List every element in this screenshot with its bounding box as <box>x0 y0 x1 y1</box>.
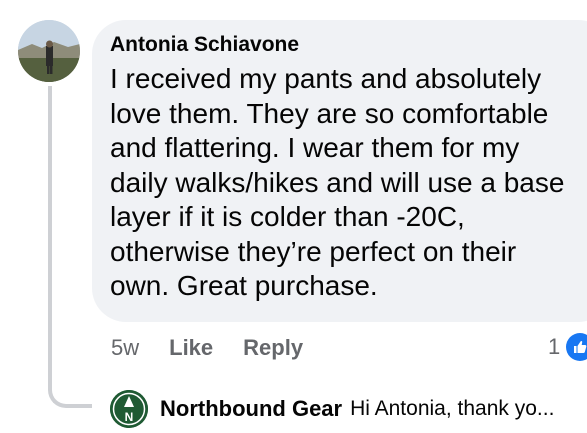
like-button[interactable]: Like <box>169 335 213 361</box>
comment-text: I received my pants and absolutely love … <box>110 63 565 301</box>
brand-logo-icon[interactable]: N <box>110 390 148 428</box>
avatar-photo-icon <box>18 20 80 82</box>
reply-text-preview: Hi Antonia, thank yo... <box>350 397 555 420</box>
brand-logo-letter: N <box>125 410 134 424</box>
comment-actions: 5w Like Reply <box>111 335 303 361</box>
comment-timestamp[interactable]: 5w <box>111 335 139 361</box>
thumbs-up-icon <box>566 333 587 361</box>
reply-button[interactable]: Reply <box>243 335 303 361</box>
commenter-avatar[interactable] <box>18 20 80 82</box>
reply-thread-line <box>48 86 92 408</box>
reply-preview[interactable]: N Northbound Gear Hi Antonia, thank yo..… <box>110 390 554 428</box>
comment-author-name[interactable]: Antonia Schiavone <box>110 32 587 58</box>
reply-author-name[interactable]: Northbound Gear <box>160 396 342 422</box>
comment-bubble: Antonia Schiavone I received my pants an… <box>92 20 587 322</box>
reaction-count: 1 <box>548 334 561 359</box>
reaction-summary[interactable]: 1 <box>548 333 587 361</box>
